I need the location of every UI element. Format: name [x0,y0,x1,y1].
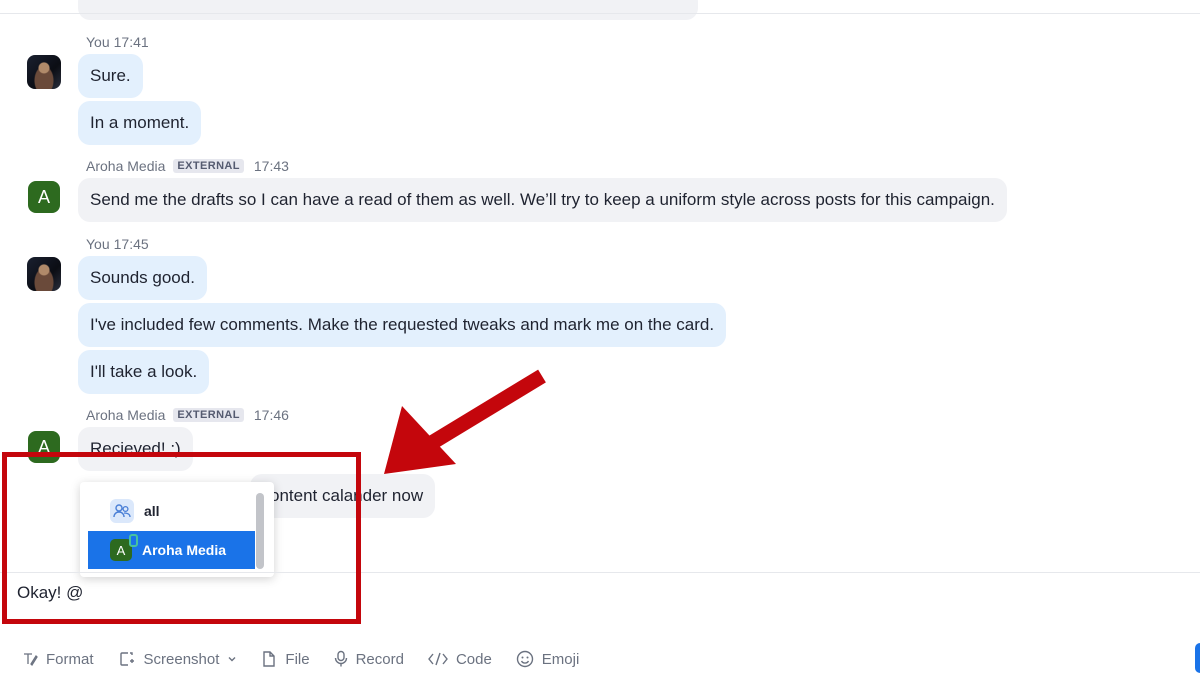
screenshot-icon [119,652,134,666]
author-name: Aroha Media [86,158,166,174]
message-meta: You 17:41 [86,34,149,50]
message-text: In a moment. [90,113,190,132]
top-divider [0,13,1200,14]
author-name: You [86,236,110,252]
message-text: I've included few comments. Make the req… [90,315,715,334]
composer-toolbar: Format Screenshot File Record Code Emoji [22,648,579,670]
file-button[interactable]: File [261,650,310,668]
external-badge: EXTERNAL [173,159,244,173]
message-meta: Aroha Media EXTERNAL 17:46 [86,407,289,423]
code-icon [428,652,448,666]
contact-avatar[interactable]: A [28,181,60,213]
emoji-label: Emoji [541,650,580,668]
avatar-letter: A [37,186,50,207]
screenshot-button[interactable]: Screenshot [118,650,238,668]
message-time: 17:41 [113,34,149,50]
file-icon [263,651,276,667]
code-button[interactable]: Code [428,651,492,668]
message-text: Sounds good. [90,268,195,287]
author-name: Aroha Media [86,407,166,423]
screenshot-label: Screenshot [143,650,220,668]
record-button[interactable]: Record [334,650,404,668]
format-button[interactable]: Format [22,651,94,668]
format-icon [24,653,38,667]
message-bubble[interactable]: Sure. [78,54,143,98]
previous-message-bubble [78,0,698,20]
format-label: Format [46,650,94,668]
user-avatar[interactable] [27,55,61,89]
message-meta: You 17:45 [86,236,149,252]
message-bubble[interactable]: I've included few comments. Make the req… [78,303,727,347]
send-button[interactable] [1195,643,1200,673]
message-text: Sure. [90,66,131,85]
code-label: Code [455,650,492,668]
chevron-down-icon[interactable] [227,654,237,664]
message-meta: Aroha Media EXTERNAL 17:43 [86,158,289,174]
file-label: File [285,650,310,668]
message-text: I'll take a look. [90,362,198,381]
external-badge: EXTERNAL [173,408,244,422]
author-name: You [86,34,110,50]
message-bubble[interactable]: Send me the drafts so I can have a read … [78,178,1007,222]
message-bubble[interactable]: I'll take a look. [78,350,210,394]
annotation-arrow [384,369,546,474]
highlight-box [2,452,361,624]
message-time: 17:46 [253,407,289,423]
message-text: Send me the drafts so I can have a read … [90,190,995,209]
user-avatar[interactable] [27,257,61,291]
message-time: 17:45 [113,236,149,252]
emoji-icon [516,650,533,668]
record-label: Record [355,650,404,668]
microphone-icon [334,650,347,667]
message-time: 17:43 [253,158,289,174]
message-bubble[interactable]: In a moment. [78,101,202,145]
emoji-button[interactable]: Emoji [516,650,580,668]
message-bubble[interactable]: Sounds good. [78,256,207,300]
